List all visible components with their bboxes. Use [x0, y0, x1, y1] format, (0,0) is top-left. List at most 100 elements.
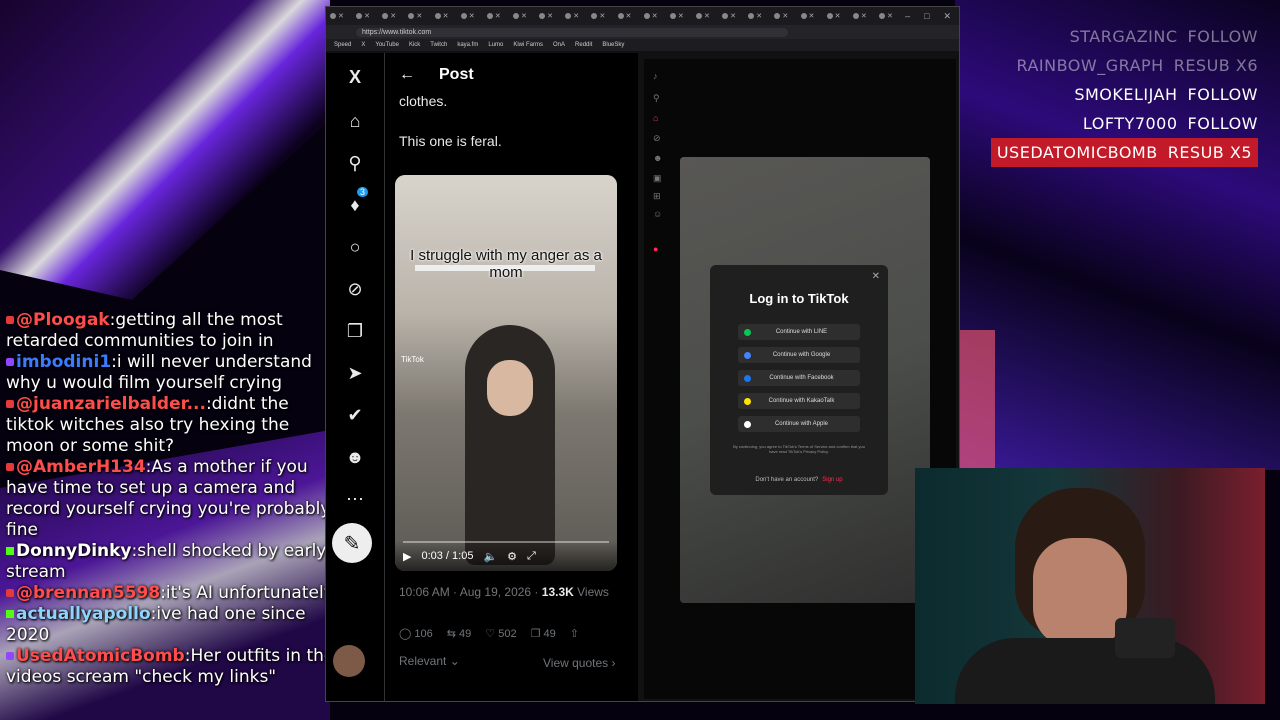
- tab-close-icon[interactable]: ✕: [756, 12, 762, 20]
- browser-tab[interactable]: ✕: [330, 10, 354, 22]
- tab-close-icon[interactable]: ✕: [495, 12, 501, 20]
- tab-close-icon[interactable]: ✕: [782, 12, 788, 20]
- browser-tab[interactable]: ✕: [486, 10, 511, 22]
- profile-icon[interactable]: ☻: [343, 445, 367, 469]
- verified-icon[interactable]: ✔: [343, 403, 367, 427]
- search-icon[interactable]: ⚲: [653, 93, 663, 103]
- bookmark-item[interactable]: OnA: [553, 42, 565, 48]
- tab-close-icon[interactable]: ✕: [861, 12, 867, 20]
- tab-close-icon[interactable]: ✕: [652, 12, 658, 20]
- browser-tab[interactable]: ✕: [460, 10, 485, 22]
- browser-tab[interactable]: ✕: [826, 10, 851, 22]
- tab-close-icon[interactable]: ✕: [573, 12, 579, 20]
- tab-close-icon[interactable]: ✕: [416, 12, 422, 20]
- settings-icon[interactable]: ⚙: [507, 550, 517, 563]
- search-icon[interactable]: ⚲: [343, 151, 367, 175]
- browser-tab[interactable]: ✕: [878, 10, 903, 22]
- browser-tab[interactable]: ✕: [643, 10, 668, 22]
- bookmark-item[interactable]: Kiwi Farms: [513, 42, 543, 48]
- fullscreen-icon[interactable]: ⤢: [527, 550, 536, 563]
- browser-tab[interactable]: ✕: [356, 10, 380, 22]
- avatar[interactable]: [333, 645, 365, 677]
- home-icon[interactable]: ⌂: [343, 109, 367, 133]
- bookmark-item[interactable]: Twitch: [430, 42, 447, 48]
- play-icon[interactable]: ▶: [403, 550, 411, 563]
- bookmark-item[interactable]: BlueSky: [602, 42, 624, 48]
- more-icon[interactable]: ⋯: [343, 487, 367, 511]
- close-icon[interactable]: ✕: [872, 271, 880, 282]
- login-option-button[interactable]: Continue with LINE: [738, 324, 860, 340]
- login-option-button[interactable]: Continue with Facebook: [738, 370, 860, 386]
- browser-tab[interactable]: ✕: [617, 10, 642, 22]
- browser-tab[interactable]: ✕: [382, 10, 406, 22]
- login-option-button[interactable]: Continue with KakaoTalk: [738, 393, 860, 409]
- upload-icon[interactable]: ⊞: [653, 191, 663, 201]
- volume-icon[interactable]: 🔈: [483, 550, 497, 563]
- browser-tab[interactable]: ✕: [512, 10, 537, 22]
- home-icon[interactable]: ⌂: [653, 113, 663, 123]
- premium-rocket-icon[interactable]: ➤: [343, 361, 367, 385]
- browser-tab[interactable]: ✕: [434, 10, 459, 22]
- tab-close-icon[interactable]: ✕: [390, 12, 396, 20]
- tab-close-icon[interactable]: ✕: [626, 12, 632, 20]
- grok-icon[interactable]: ⊘: [343, 277, 367, 301]
- bookmark-item[interactable]: X: [361, 42, 365, 48]
- bookmark-item[interactable]: Kick: [409, 42, 420, 48]
- reply-button[interactable]: ◯ 106: [399, 627, 433, 640]
- share-icon[interactable]: ⇧: [570, 627, 579, 640]
- bookmark-item[interactable]: Reddit: [575, 42, 592, 48]
- close-icon[interactable]: ✕: [944, 11, 952, 22]
- like-button[interactable]: ♡ 502: [485, 627, 516, 640]
- maximize-icon[interactable]: □: [924, 11, 929, 22]
- repost-button[interactable]: ⇆ 49: [447, 627, 472, 640]
- browser-tab[interactable]: ✕: [800, 10, 825, 22]
- browser-tab[interactable]: ✕: [591, 10, 615, 22]
- tab-close-icon[interactable]: ✕: [835, 12, 841, 20]
- tab-close-icon[interactable]: ✕: [364, 12, 370, 20]
- video-progress-bar[interactable]: [403, 541, 609, 543]
- following-icon[interactable]: ☻: [653, 153, 663, 163]
- bookmark-item[interactable]: Speed: [334, 42, 351, 48]
- tab-close-icon[interactable]: ✕: [338, 12, 344, 20]
- browser-tab[interactable]: ✕: [565, 10, 589, 22]
- notifications-icon[interactable]: ♦ 3: [343, 187, 369, 217]
- live-icon[interactable]: ▣: [653, 173, 663, 183]
- url-input[interactable]: https://www.tiktok.com: [356, 27, 788, 37]
- browser-tab[interactable]: ✕: [722, 10, 746, 22]
- tab-close-icon[interactable]: ✕: [547, 12, 553, 20]
- messages-icon[interactable]: ○: [343, 235, 367, 259]
- tab-close-icon[interactable]: ✕: [887, 12, 893, 20]
- tab-close-icon[interactable]: ✕: [704, 12, 710, 20]
- tab-close-icon[interactable]: ✕: [521, 12, 527, 20]
- tab-close-icon[interactable]: ✕: [730, 12, 736, 20]
- back-arrow-icon[interactable]: ←: [399, 66, 415, 84]
- bookmark-item[interactable]: Lumo: [488, 42, 503, 48]
- login-icon[interactable]: ●: [653, 244, 663, 254]
- browser-tab[interactable]: ✕: [408, 10, 432, 22]
- bookmarks-icon[interactable]: ❐: [343, 319, 367, 343]
- tab-close-icon[interactable]: ✕: [809, 12, 815, 20]
- bookmark-item[interactable]: YouTube: [375, 42, 399, 48]
- browser-tab[interactable]: ✕: [669, 10, 694, 22]
- browser-tab[interactable]: ✕: [774, 10, 798, 22]
- login-option-button[interactable]: Continue with Google: [738, 347, 860, 363]
- browser-tab[interactable]: ✕: [748, 10, 772, 22]
- sort-dropdown[interactable]: Relevant ⌄: [399, 654, 460, 668]
- tab-close-icon[interactable]: ✕: [599, 12, 605, 20]
- bookmark-item[interactable]: kaya.fm: [457, 42, 478, 48]
- minimize-icon[interactable]: –: [905, 11, 910, 22]
- login-option-button[interactable]: Continue with Apple: [738, 416, 860, 432]
- profile-icon[interactable]: ☺: [653, 209, 663, 219]
- compose-button[interactable]: ✎: [332, 523, 372, 563]
- explore-icon[interactable]: ⊘: [653, 133, 663, 143]
- video-player[interactable]: I struggle with my anger as a mom TikTok…: [395, 175, 617, 571]
- x-logo-icon[interactable]: X: [343, 65, 367, 89]
- view-quotes-link[interactable]: View quotes ›: [543, 656, 616, 670]
- browser-tab[interactable]: ✕: [695, 10, 720, 22]
- tab-close-icon[interactable]: ✕: [678, 12, 684, 20]
- tiktok-logo-icon[interactable]: ♪: [653, 71, 663, 81]
- browser-tab[interactable]: ✕: [539, 10, 563, 22]
- tab-close-icon[interactable]: ✕: [443, 12, 449, 20]
- browser-tab[interactable]: ✕: [852, 10, 877, 22]
- bookmark-button[interactable]: ❐ 49: [531, 627, 556, 640]
